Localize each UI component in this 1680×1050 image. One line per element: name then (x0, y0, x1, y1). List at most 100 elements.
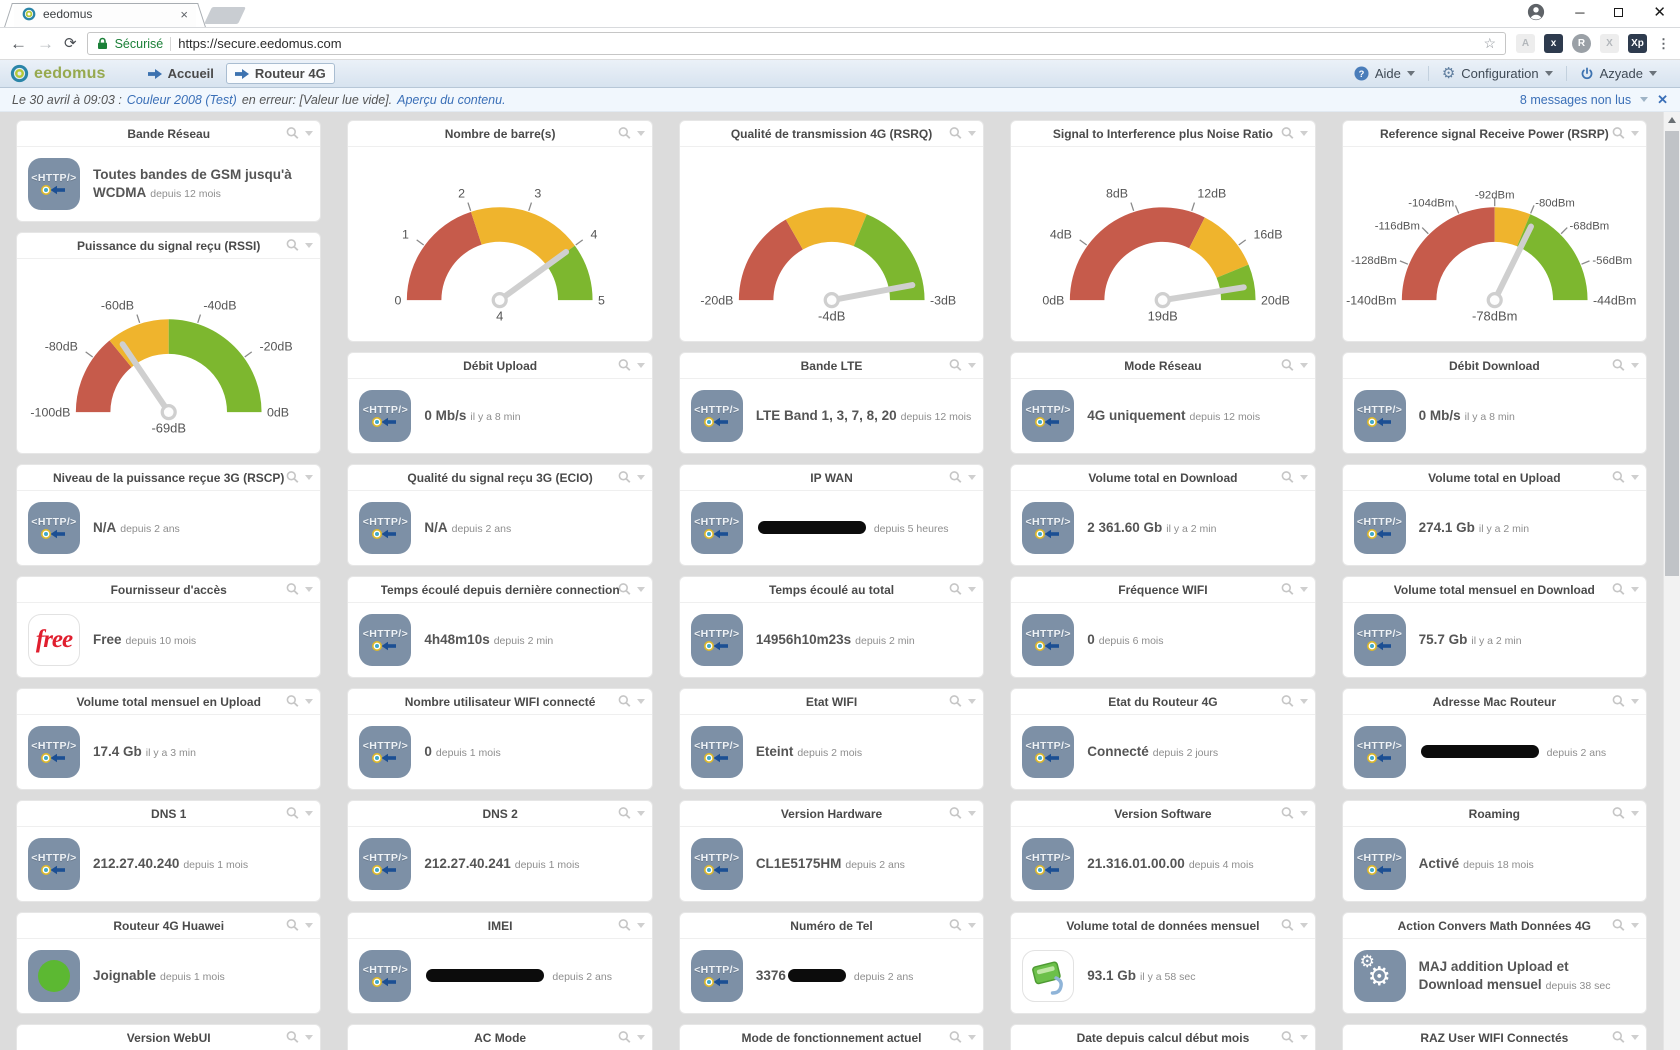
alert-error-link[interactable]: Couleur 2008 (Test) (127, 93, 237, 107)
magnifier-icon[interactable] (617, 470, 632, 485)
http-device-icon[interactable]: <HTTP/> (28, 502, 80, 554)
magnifier-icon[interactable] (1280, 582, 1295, 597)
chevron-down-icon[interactable] (305, 699, 313, 704)
reload-button[interactable]: ⟳ (64, 36, 77, 51)
forward-button[interactable]: → (37, 35, 54, 52)
chevron-down-icon[interactable] (305, 131, 313, 136)
http-device-icon[interactable]: <HTTP/> (28, 158, 80, 210)
magnifier-icon[interactable] (1611, 918, 1626, 933)
chevron-down-icon[interactable] (1631, 1035, 1639, 1040)
magnifier-icon[interactable] (1611, 806, 1626, 821)
extension-icon-2[interactable]: x (1544, 34, 1563, 53)
magnifier-icon[interactable] (1280, 358, 1295, 373)
profile-icon[interactable] (1527, 3, 1545, 21)
magnifier-icon[interactable] (948, 918, 963, 933)
eedomus-logo[interactable]: eedomus (10, 64, 106, 83)
vertical-scrollbar[interactable] (1663, 112, 1680, 1050)
tab-close-icon[interactable]: × (180, 7, 188, 22)
chevron-down-icon[interactable] (1631, 699, 1639, 704)
http-device-icon[interactable]: <HTTP/> (691, 614, 743, 666)
chevron-down-icon[interactable] (637, 475, 645, 480)
http-device-icon[interactable]: <HTTP/> (691, 838, 743, 890)
address-bar[interactable]: Sécurisé https://secure.eedomus.com ☆ (87, 32, 1506, 55)
http-device-icon[interactable]: <HTTP/> (1354, 838, 1406, 890)
chevron-down-icon[interactable] (1631, 587, 1639, 592)
extension-icon-3[interactable]: R (1572, 34, 1591, 53)
magnifier-icon[interactable] (285, 1030, 300, 1045)
chevron-down-icon[interactable] (1300, 811, 1308, 816)
http-device-icon[interactable]: <HTTP/> (691, 726, 743, 778)
chevron-down-icon[interactable] (968, 475, 976, 480)
magnifier-icon[interactable] (617, 806, 632, 821)
chevron-down-icon[interactable] (1300, 363, 1308, 368)
breadcrumb-current-page[interactable]: Routeur 4G (226, 63, 335, 84)
new-tab-button[interactable] (204, 7, 246, 24)
scrollbar-thumb[interactable] (1665, 131, 1679, 576)
browser-tab[interactable]: eedomus × (14, 1, 196, 27)
help-menu[interactable]: ? Aide (1341, 66, 1428, 81)
magnifier-icon[interactable] (1280, 126, 1295, 141)
chevron-down-icon[interactable] (305, 923, 313, 928)
scroll-up-button[interactable] (1664, 112, 1680, 128)
http-device-icon[interactable]: <HTTP/> (1354, 390, 1406, 442)
configuration-menu[interactable]: ⚙ Configuration (1428, 66, 1566, 81)
http-device-icon[interactable]: <HTTP/> (359, 726, 411, 778)
alert-preview-link[interactable]: Aperçu du contenu. (397, 93, 505, 107)
extension-icon-4[interactable]: X (1600, 34, 1619, 53)
chevron-down-icon[interactable] (305, 811, 313, 816)
chevron-down-icon[interactable] (968, 587, 976, 592)
chevron-down-icon[interactable] (1631, 811, 1639, 816)
magnifier-icon[interactable] (617, 918, 632, 933)
magnifier-icon[interactable] (617, 126, 632, 141)
chevron-down-icon[interactable] (637, 587, 645, 592)
magnifier-icon[interactable] (1611, 1030, 1626, 1045)
magnifier-icon[interactable] (1611, 126, 1626, 141)
http-device-icon[interactable]: <HTTP/> (1022, 502, 1074, 554)
chevron-down-icon[interactable] (968, 811, 976, 816)
http-device-icon[interactable]: <HTTP/> (1354, 502, 1406, 554)
http-device-icon[interactable]: <HTTP/> (1354, 726, 1406, 778)
magnifier-icon[interactable] (617, 358, 632, 373)
http-device-icon[interactable]: <HTTP/> (359, 950, 411, 1002)
chevron-down-icon[interactable] (637, 811, 645, 816)
magnifier-icon[interactable] (285, 918, 300, 933)
chevron-down-icon[interactable] (1631, 131, 1639, 136)
chevron-down-icon[interactable] (1300, 699, 1308, 704)
magnifier-icon[interactable] (285, 470, 300, 485)
chevron-down-icon[interactable] (305, 1035, 313, 1040)
magnifier-icon[interactable] (1280, 694, 1295, 709)
chevron-down-icon[interactable] (1300, 587, 1308, 592)
chevron-down-icon[interactable] (1640, 97, 1648, 102)
minimize-button[interactable]: ─ (1575, 6, 1584, 19)
magnifier-icon[interactable] (1280, 806, 1295, 821)
magnifier-icon[interactable] (1611, 582, 1626, 597)
chevron-down-icon[interactable] (968, 131, 976, 136)
chevron-down-icon[interactable] (1300, 475, 1308, 480)
http-device-icon[interactable]: <HTTP/> (691, 390, 743, 442)
http-device-icon[interactable]: <HTTP/> (1022, 390, 1074, 442)
chevron-down-icon[interactable] (305, 243, 313, 248)
back-button[interactable]: ← (10, 35, 27, 52)
chevron-down-icon[interactable] (637, 131, 645, 136)
chevron-down-icon[interactable] (1631, 923, 1639, 928)
magnifier-icon[interactable] (948, 126, 963, 141)
magnifier-icon[interactable] (285, 694, 300, 709)
chevron-down-icon[interactable] (637, 363, 645, 368)
chevron-down-icon[interactable] (637, 923, 645, 928)
breadcrumb-home[interactable]: Accueil (148, 66, 214, 81)
http-device-icon[interactable]: <HTTP/> (359, 502, 411, 554)
magnifier-icon[interactable] (948, 806, 963, 821)
magnifier-icon[interactable] (1611, 694, 1626, 709)
http-device-icon[interactable]: <HTTP/> (1022, 614, 1074, 666)
chevron-down-icon[interactable] (968, 1035, 976, 1040)
chevron-down-icon[interactable] (305, 475, 313, 480)
magnifier-icon[interactable] (1280, 918, 1295, 933)
user-menu[interactable]: Azyade (1566, 66, 1670, 81)
alert-close-icon[interactable]: ✕ (1657, 92, 1668, 108)
bookmark-star-icon[interactable]: ☆ (1483, 35, 1496, 52)
chevron-down-icon[interactable] (1631, 363, 1639, 368)
extension-icon-1[interactable]: A (1516, 34, 1535, 53)
chevron-down-icon[interactable] (1300, 923, 1308, 928)
http-device-icon[interactable]: <HTTP/> (1022, 838, 1074, 890)
magnifier-icon[interactable] (1611, 358, 1626, 373)
